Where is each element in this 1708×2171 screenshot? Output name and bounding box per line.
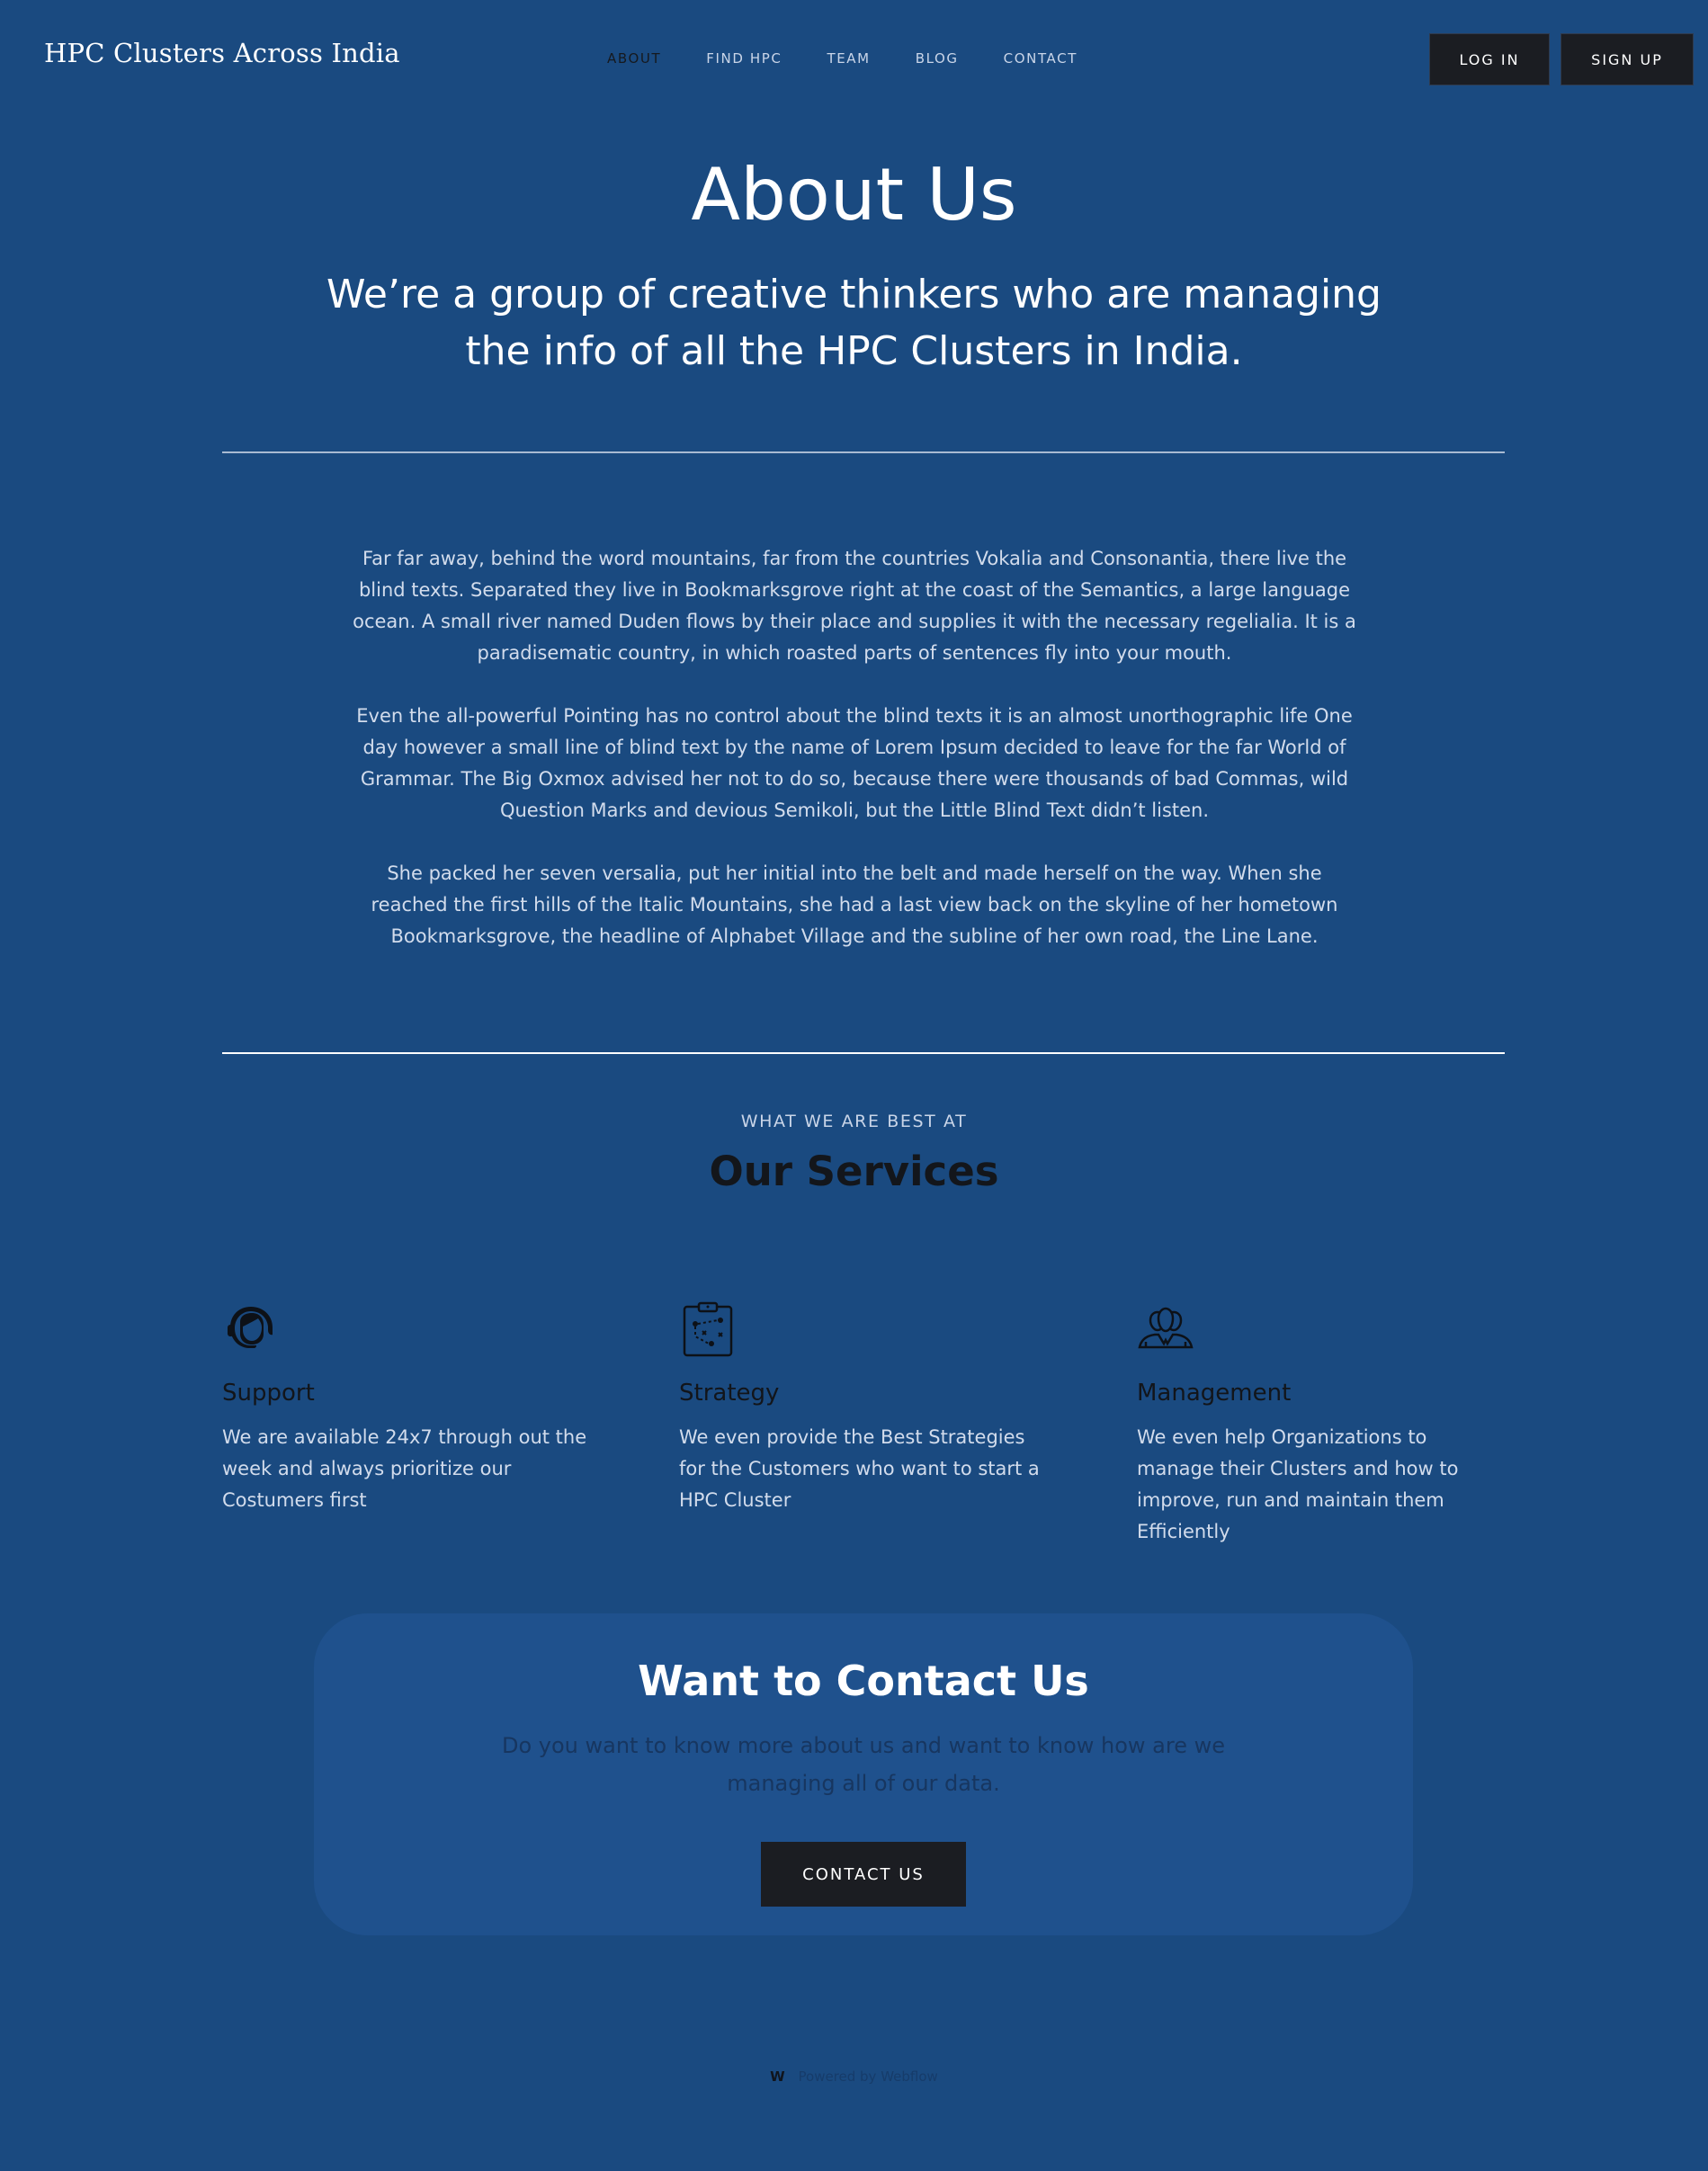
contact-us-button[interactable]: CONTACT US: [761, 1842, 966, 1907]
nav-link-blog[interactable]: BLOG: [893, 50, 981, 67]
team-management-icon: [1138, 1307, 1194, 1349]
webflow-logo-icon: W: [770, 2068, 785, 2085]
nav-link-team[interactable]: TEAM: [804, 50, 892, 67]
service-title-strategy: Strategy: [679, 1380, 780, 1407]
service-card-support: Support We are available 24x7 through ou…: [222, 1300, 600, 1516]
nav-link-find-hpc[interactable]: FIND HPC: [684, 50, 804, 67]
brand-logo-text[interactable]: HPC Clusters Across India: [44, 38, 400, 68]
hero-subtitle: We’re a group of creative thinkers who a…: [326, 272, 1382, 374]
service-desc-support: We are available 24x7 through out the we…: [222, 1426, 587, 1511]
headset-support-icon: [228, 1307, 273, 1348]
services-title: Our Services: [709, 1148, 999, 1195]
about-paragraph-2: Even the all-powerful Pointing has no co…: [356, 705, 1353, 821]
contact-description: Do you want to know more about us and wa…: [501, 1733, 1226, 1796]
divider-top: [222, 451, 1505, 453]
nav-link-contact[interactable]: CONTACT: [981, 50, 1100, 67]
contact-title: Want to Contact Us: [638, 1657, 1089, 1705]
navbar: HPC Clusters Across India ABOUT FIND HPC…: [0, 0, 1708, 119]
service-card-strategy: Strategy We even provide the Best Strate…: [679, 1300, 1057, 1516]
divider-bottom: [222, 1052, 1505, 1054]
nav-links: ABOUT FIND HPC TEAM BLOG CONTACT: [585, 50, 1100, 67]
service-title-support: Support: [222, 1380, 315, 1407]
powered-by-text: Powered by Webflow: [798, 2068, 938, 2085]
nav-link-about[interactable]: ABOUT: [585, 50, 684, 67]
signup-button[interactable]: SIGN UP: [1560, 33, 1694, 85]
service-card-management: Management We even help Organizations to…: [1137, 1300, 1515, 1548]
strategy-clipboard-icon: [683, 1301, 733, 1357]
page: HPC Clusters Across India ABOUT FIND HPC…: [0, 0, 1708, 2171]
about-paragraph-3: She packed her seven versalia, put her i…: [371, 862, 1338, 947]
services-eyebrow: WHAT WE ARE BEST AT: [740, 1112, 968, 1131]
service-desc-strategy: We even provide the Best Strategies for …: [679, 1426, 1040, 1511]
contact-card: Want to Contact Us Do you want to know m…: [314, 1613, 1413, 1935]
about-paragraph-1: Far far away, behind the word mountains,…: [353, 548, 1356, 664]
powered-by-badge[interactable]: W Powered by Webflow: [0, 2068, 1708, 2085]
service-desc-management: We even help Organizations to manage the…: [1137, 1426, 1459, 1542]
page-title: About Us: [691, 153, 1017, 237]
login-button[interactable]: LOG IN: [1429, 33, 1550, 85]
service-title-management: Management: [1137, 1380, 1292, 1407]
